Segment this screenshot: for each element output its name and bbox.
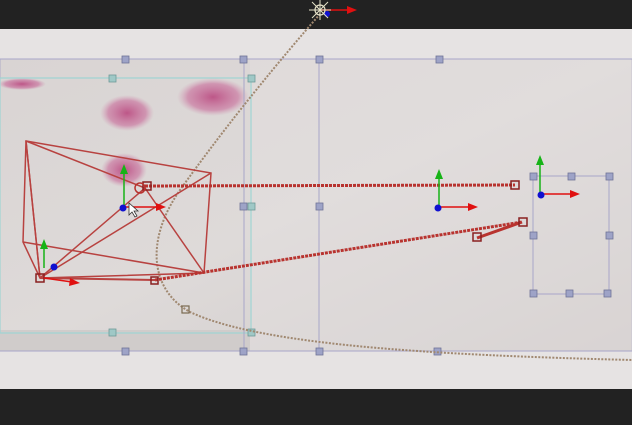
stain <box>177 78 249 116</box>
axis-x-arrow[interactable] <box>347 6 357 14</box>
resize-handle-icon[interactable] <box>315 55 324 64</box>
viewer-viewport[interactable] <box>0 0 632 425</box>
viewer-scene[interactable] <box>0 0 632 425</box>
axis-z[interactable] <box>119 204 127 212</box>
axis-z[interactable] <box>50 263 58 271</box>
resize-handle-icon[interactable] <box>239 347 248 356</box>
stain <box>100 95 154 131</box>
resize-handle-icon[interactable] <box>567 172 576 181</box>
paper-light-area <box>250 59 632 351</box>
resize-handle-icon[interactable] <box>529 289 538 298</box>
resize-handle-icon[interactable] <box>239 55 248 64</box>
resize-handle-icon[interactable] <box>247 202 256 211</box>
resize-handle-icon[interactable] <box>529 231 538 240</box>
axis-z[interactable] <box>537 191 545 199</box>
resize-handle-icon[interactable] <box>239 202 248 211</box>
resize-handle-icon[interactable] <box>605 231 614 240</box>
resize-handle-icon[interactable] <box>435 55 444 64</box>
resize-handle-icon[interactable] <box>315 202 324 211</box>
resize-handle-icon[interactable] <box>605 172 614 181</box>
resize-handle-icon[interactable] <box>108 328 117 337</box>
resize-handle-icon[interactable] <box>108 74 117 83</box>
resize-handle-icon[interactable] <box>121 55 130 64</box>
axis-z[interactable] <box>434 204 442 212</box>
resize-handle-icon[interactable] <box>121 347 130 356</box>
resize-handle-icon[interactable] <box>247 328 256 337</box>
resize-handle-icon[interactable] <box>315 347 324 356</box>
resize-handle-icon[interactable] <box>603 289 612 298</box>
resize-handle-icon[interactable] <box>529 172 538 181</box>
stain <box>0 78 46 90</box>
resize-handle-icon[interactable] <box>565 289 574 298</box>
point-light-icon[interactable] <box>309 0 331 20</box>
resize-handle-icon[interactable] <box>247 74 256 83</box>
